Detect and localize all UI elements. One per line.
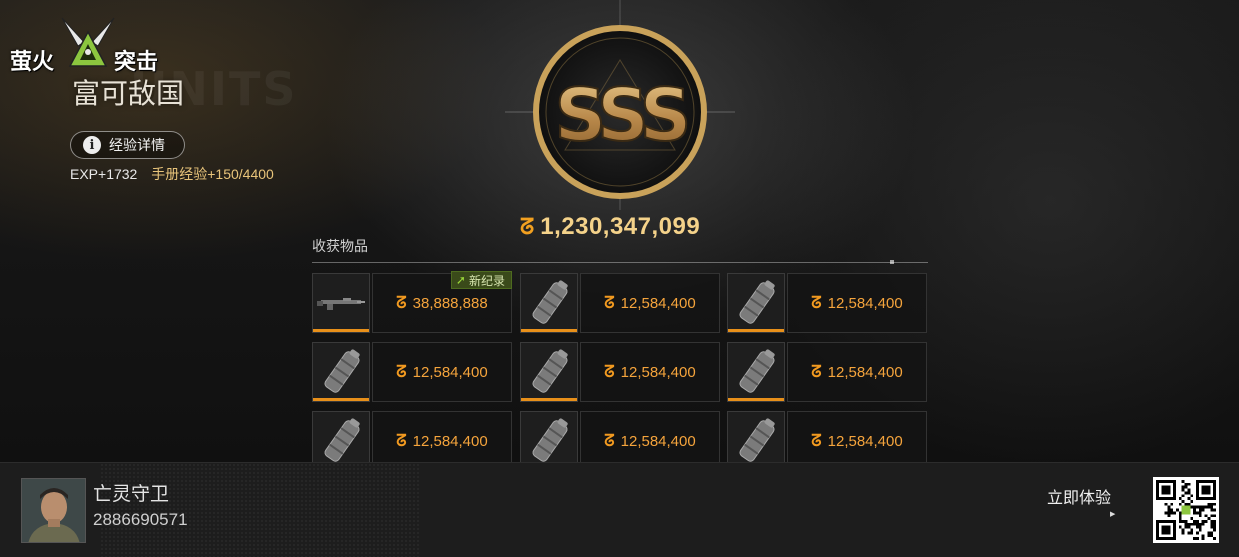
item-value-amount: 12,584,400	[412, 432, 488, 450]
trend-up-icon: ➚	[455, 273, 466, 287]
item-card[interactable]: ᘔ 12,584,400	[312, 342, 512, 402]
item-value-amount: 12,584,400	[620, 363, 696, 381]
currency-icon: ᘔ	[604, 362, 615, 381]
currency-icon: ᘔ	[604, 293, 615, 312]
currency-icon: ᘔ	[396, 362, 407, 381]
exp-gain: EXP+1732	[70, 166, 138, 182]
currency-icon: ᘔ	[396, 293, 407, 312]
items-section-label: 收获物品	[312, 238, 368, 254]
currency-icon: ᘔ	[604, 431, 615, 450]
currency-icon: ᘔ	[396, 431, 407, 450]
total-value-amount: 1,230,347,099	[540, 213, 701, 240]
canister-icon	[312, 342, 370, 402]
item-value-amount: 12,584,400	[412, 363, 488, 381]
play-arrow-icon: ▶	[1110, 511, 1116, 518]
logo-text-left: 萤火	[10, 49, 55, 74]
item-value: ᘔ 12,584,400	[580, 342, 720, 402]
item-card[interactable]: ᘔ 12,584,400	[520, 342, 720, 402]
item-value-amount: 38,888,888	[412, 294, 488, 312]
canister-icon	[727, 273, 785, 333]
currency-icon: ᘔ	[811, 431, 822, 450]
currency-icon: ᘔ	[520, 214, 535, 240]
rifle-icon	[312, 273, 370, 333]
results-screen: UNITS 萤火 突击 富可敌国 i 经验详情 EXP+1732 手册经验+15…	[0, 0, 1239, 557]
item-value-amount: 12,584,400	[620, 294, 696, 312]
avatar	[21, 478, 86, 543]
manual-exp: 手册经验+150/4400	[151, 166, 274, 182]
achievement-title: 富可敌国	[72, 77, 185, 110]
bottom-bar: 亡灵守卫 2886690571 立即体验 ▶	[0, 462, 1239, 557]
logo-emblem-icon	[61, 17, 115, 67]
item-value-amount: 12,584,400	[620, 432, 696, 450]
game-logo: 萤火 突击	[10, 14, 170, 74]
new-record-badge: ➚ 新纪录	[450, 271, 512, 289]
rating-text: SSS	[554, 73, 686, 157]
item-card[interactable]: ᘔ 12,584,400	[727, 273, 927, 333]
qr-code-icon	[1153, 477, 1219, 543]
currency-icon: ᘔ	[811, 293, 822, 312]
item-card[interactable]: ᘔ 12,584,400	[520, 273, 720, 333]
new-record-label: 新纪录	[468, 273, 505, 288]
experience-summary: EXP+1732 手册经验+150/4400	[70, 164, 274, 184]
item-card[interactable]: ᘔ 38,888,888 ➚ 新纪录	[312, 271, 512, 333]
currency-icon: ᘔ	[811, 362, 822, 381]
item-value-amount: 12,584,400	[827, 432, 903, 450]
experience-details-label: 经验详情	[109, 137, 165, 153]
item-value: ᘔ 12,584,400	[787, 342, 927, 402]
player-name: 亡灵守卫	[93, 484, 170, 505]
experience-details-button[interactable]: i 经验详情	[70, 131, 185, 159]
divider-marker	[890, 260, 894, 264]
total-value: ᘔ 1,230,347,099	[520, 212, 700, 242]
section-divider	[312, 262, 928, 263]
item-value-amount: 12,584,400	[827, 363, 903, 381]
canister-icon	[727, 342, 785, 402]
item-value-amount: 12,584,400	[827, 294, 903, 312]
item-value: ᘔ 12,584,400	[580, 273, 720, 333]
info-icon: i	[83, 136, 101, 154]
player-id: 2886690571	[93, 510, 188, 529]
canister-icon	[520, 273, 578, 333]
item-value: ᘔ 12,584,400	[787, 273, 927, 333]
canister-icon	[520, 342, 578, 402]
rating-emblem: SSS	[505, 0, 735, 210]
try-now-button[interactable]: 立即体验	[1047, 484, 1111, 508]
item-card[interactable]: ᘔ 12,584,400	[727, 342, 927, 402]
item-value: ᘔ 12,584,400	[372, 342, 512, 402]
